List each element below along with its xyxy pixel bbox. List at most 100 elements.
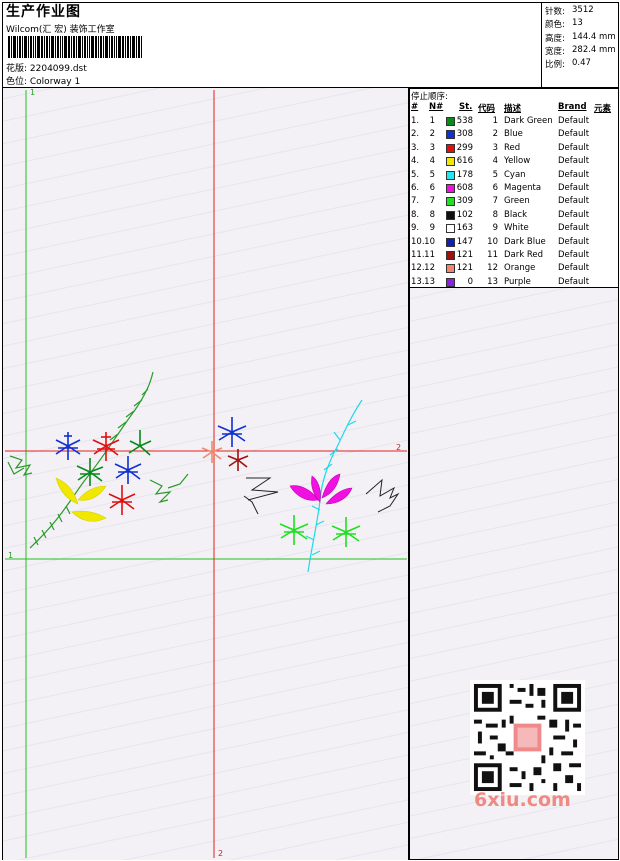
row-brand: Default [558,129,590,140]
row-code: 6 [492,183,498,193]
color-swatch [446,237,455,247]
row-stitches: 308 [456,129,473,140]
row-stitches: 147 [456,236,473,247]
row-index: 7. [411,196,420,207]
row-number: 11 [424,250,435,260]
row-brand: Default [558,236,590,247]
marker-h2: 2 [396,443,402,452]
color-swatch [446,251,455,260]
row-description: Dark Green [504,116,553,126]
color-swatch [446,210,455,220]
flower-red-2 [108,485,136,515]
qr-code-image [470,680,585,795]
row-description: Red [504,142,521,153]
row-index: 12. [411,263,425,274]
col-header-element: 元素 [594,104,612,114]
marker-h1: 1 [8,551,14,560]
row-description: Magenta [504,183,542,193]
row-stitches: 121 [456,263,473,274]
col-header-number: N# [429,102,444,112]
flower-blue-1 [55,432,81,460]
row-index: 9. [411,223,420,234]
row-stitches: 102 [456,209,473,220]
col-header-code: 代码 [478,104,496,114]
flower-orange [201,441,223,463]
flower-green [279,515,361,547]
row-stitches: 616 [456,156,473,167]
row-brand: Default [558,183,590,193]
row-stitches: 309 [456,196,473,207]
marker-v2: 2 [218,849,224,858]
row-number: 7 [429,196,435,207]
row-description: Orange [504,263,536,274]
row-number: 2 [429,129,435,140]
row-description: Purple [504,276,531,287]
col-header-index: # [411,102,419,112]
row-brand: Default [558,276,590,287]
watermark-text: 6xiu.com [474,789,571,811]
col-header-brand: Brand [558,102,587,112]
row-brand: Default [558,250,590,260]
row-index: 1. [411,116,420,126]
row-code: 9 [492,223,498,234]
marker-v1: 1 [30,88,36,97]
left-vine [7,371,189,549]
row-stitches: 163 [456,223,473,234]
row-number: 6 [429,183,435,193]
row-code: 11 [487,250,498,260]
row-code: 5 [492,169,498,180]
col-header-stitches: St. [459,102,473,112]
row-stitches: 0 [467,276,473,287]
row-brand: Default [558,223,590,234]
flower-dark-red [227,449,249,471]
col-header-description: 描述 [504,104,522,114]
row-stitches: 178 [456,169,473,180]
row-brand: Default [558,142,590,153]
row-index: 5. [411,169,420,180]
row-code: 2 [492,129,498,140]
color-swatch [446,130,455,140]
stop-sequence-title: 停止顺序: [411,92,448,102]
row-number: 12 [424,263,435,274]
color-swatch [446,157,455,167]
row-brand: Default [558,209,590,220]
row-number: 4 [429,156,435,167]
row-description: Black [504,209,527,220]
row-description: Blue [504,129,523,140]
row-description: Dark Red [504,250,544,260]
row-number: 13 [424,276,435,287]
row-brand: Default [558,169,590,180]
row-stitches: 121 [456,250,473,260]
row-code: 4 [492,156,498,167]
row-index: 2. [411,129,420,140]
row-description: Cyan [504,169,526,180]
color-swatch [446,277,455,287]
row-index: 13. [411,276,425,287]
row-stitches: 299 [456,142,473,153]
row-code: 1 [492,116,498,126]
row-code: 7 [492,196,498,207]
flower-dark-green [76,430,152,486]
row-stitches: 538 [456,116,473,126]
row-number: 5 [429,169,435,180]
row-index: 8. [411,209,420,220]
row-index: 10. [411,236,425,247]
production-worksheet: 生产作业图 Wilcom(汇 宏) 装饰工作室 花版: 2204099.dst … [0,0,620,861]
row-index: 3. [411,142,420,153]
color-swatch [446,197,455,207]
row-number: 10 [424,236,435,247]
row-brand: Default [558,263,590,274]
row-code: 10 [487,236,498,247]
row-number: 9 [429,223,435,234]
row-description: White [504,223,529,234]
color-swatch [446,264,455,274]
row-brand: Default [558,196,590,207]
color-swatch [446,143,455,153]
row-number: 1 [429,116,435,126]
row-code: 8 [492,209,498,220]
row-code: 12 [487,263,498,274]
row-code: 3 [492,142,498,153]
row-stitches: 608 [456,183,473,193]
color-swatch [446,117,455,126]
color-swatch [446,170,455,180]
